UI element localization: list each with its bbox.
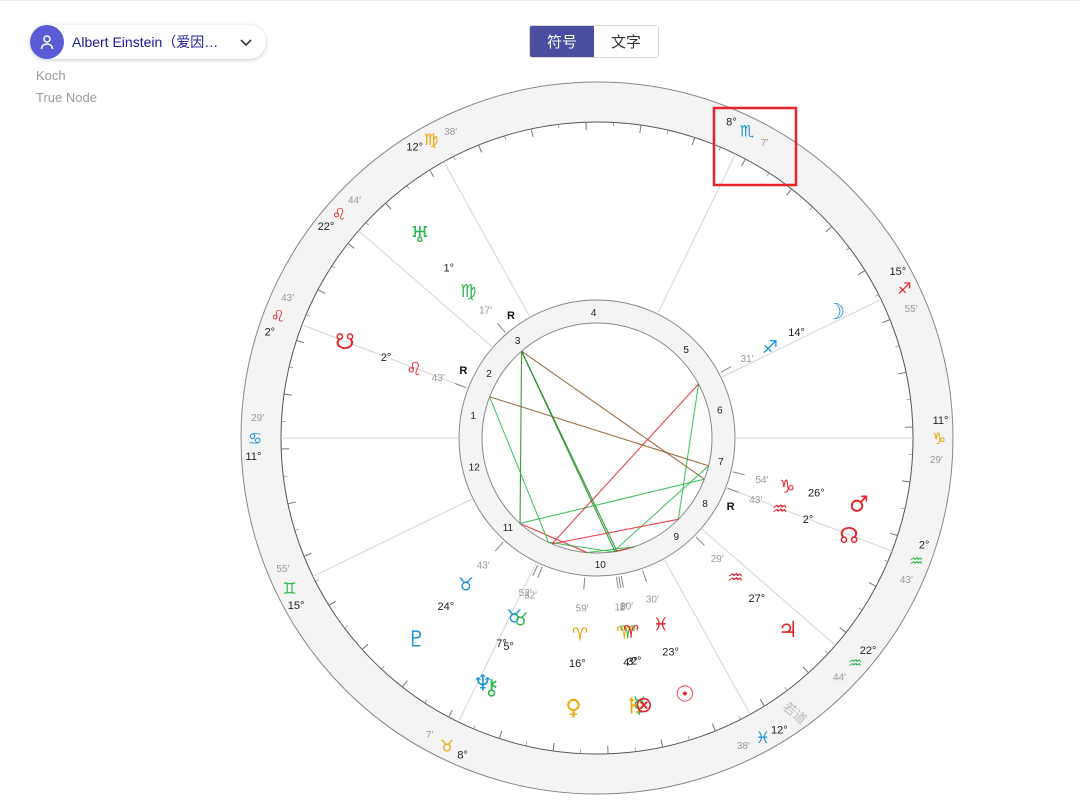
mars-sign-icon: ♑ <box>779 476 795 497</box>
cusp-degree: 8° <box>457 750 468 762</box>
cusp-sign-icon: ♓ <box>756 728 770 747</box>
cusp-sign-icon: ♍ <box>424 130 438 149</box>
pluto-icon: ♇ <box>406 628 426 653</box>
cusp-minute: 38′ <box>444 127 457 138</box>
jupiter-icon: ♃ <box>778 618 798 643</box>
south-node-icon: ☋ <box>335 330 355 355</box>
cusp-sign-icon: ♑ <box>932 429 946 448</box>
cusp-sign-icon: ♌ <box>332 205 346 224</box>
cusp-minute: 7′ <box>426 730 434 741</box>
jupiter-minute: 29′ <box>711 554 724 565</box>
cusp-sign-icon: ♏ <box>740 122 754 141</box>
moon-degree: 14° <box>788 327 805 339</box>
cusp-sign-icon: ♊ <box>282 579 296 598</box>
uranus-minute: 17′ <box>479 306 492 317</box>
part-of-fortune-minute: 30′ <box>620 601 633 612</box>
cusp-degree: 11° <box>246 451 262 463</box>
cusp-minute: 7′ <box>761 138 769 149</box>
cusp-sign-icon: ♒ <box>909 552 923 571</box>
cusp-degree: 12° <box>406 141 423 153</box>
cusp-sign-icon: ♌ <box>271 306 285 325</box>
north-node-sign-icon: ♒ <box>772 499 788 520</box>
sun-minute: 30′ <box>646 595 659 606</box>
jupiter-degree: 27° <box>748 593 765 605</box>
house-number: 11 <box>503 523 514 534</box>
cusp-sign-icon: ♋ <box>248 429 262 448</box>
venus-sign-icon: ♈ <box>572 624 588 645</box>
part-of-fortune-degree: 2° <box>631 656 642 668</box>
mars-minute: 54′ <box>755 475 768 486</box>
house-number: 4 <box>591 308 597 319</box>
cusp-sign-icon: ♒ <box>848 653 862 672</box>
house-number: 12 <box>469 462 481 473</box>
cusp-sign-icon: ♉ <box>440 736 454 755</box>
cusp-minute: 43′ <box>900 575 913 586</box>
venus-icon: ♀ <box>565 696 581 721</box>
house-number: 1 <box>470 411 476 422</box>
house-number: 6 <box>717 406 723 417</box>
chiron-minute: 32′ <box>524 590 537 601</box>
house-number: 2 <box>486 369 492 380</box>
mars-degree: 26° <box>808 488 825 500</box>
pluto-sign-icon: ♉ <box>458 575 474 596</box>
cusp-degree: 12° <box>771 725 788 737</box>
north-node-minute: 43′ <box>749 495 762 506</box>
south-node-minute: 43′ <box>432 373 445 384</box>
pluto-minute: 43′ <box>477 560 490 571</box>
chiron-degree: 5° <box>503 641 514 653</box>
sun-icon: ☉ <box>675 682 695 707</box>
uranus-degree: 1° <box>443 262 454 274</box>
cusp-minute: 29′ <box>930 455 943 466</box>
moon-sign-icon: ♐ <box>762 337 778 358</box>
cusp-degree: 8° <box>726 116 737 128</box>
south-node-degree: 2° <box>381 352 392 364</box>
north-node-retro-marker: R <box>727 501 735 513</box>
cusp-degree: 15° <box>890 266 907 278</box>
cusp-minute: 44′ <box>833 672 846 683</box>
cusp-minute: 55′ <box>905 304 918 315</box>
cusp-minute: 29′ <box>251 413 264 424</box>
uranus-retro-marker: R <box>507 310 515 322</box>
cusp-degree: 15° <box>288 600 305 612</box>
north-node-icon: ☊ <box>839 524 859 549</box>
house-number: 7 <box>718 457 724 468</box>
cusp-degree: 2° <box>265 327 276 339</box>
house-number: 5 <box>683 345 689 356</box>
uranus-sign-icon: ♍ <box>460 281 476 302</box>
house-number: 3 <box>515 336 521 347</box>
uranus-icon: ♅ <box>410 223 430 248</box>
pluto-degree: 24° <box>437 601 454 613</box>
chiron-icon: ⚷ <box>483 676 499 701</box>
mars-icon: ♂ <box>849 492 869 517</box>
cusp-minute: 44′ <box>348 196 361 207</box>
cusp-minute: 38′ <box>737 741 750 752</box>
venus-minute: 59′ <box>576 603 589 614</box>
jupiter-sign-icon: ♒ <box>728 568 744 589</box>
house-number: 9 <box>674 532 680 543</box>
south-node-sign-icon: ♌ <box>406 359 422 380</box>
cusp-degree: 2° <box>919 539 930 551</box>
house-number: 8 <box>702 499 708 510</box>
cusp-minute: 55′ <box>276 564 289 575</box>
cusp-degree: 11° <box>933 415 949 427</box>
part-of-fortune-sign-icon: ♈ <box>623 622 639 643</box>
north-node-degree: 2° <box>803 514 814 526</box>
chiron-sign-icon: ♉ <box>512 609 528 630</box>
moon-icon: ☽ <box>826 300 846 325</box>
sun-sign-icon: ♓ <box>653 614 669 635</box>
cusp-minute: 43′ <box>281 293 294 304</box>
part-of-fortune-icon: ⊗ <box>635 693 653 718</box>
moon-minute: 31′ <box>741 354 754 365</box>
house-number: 10 <box>595 560 607 571</box>
cusp-sign-icon: ♐ <box>897 279 911 298</box>
sun-degree: 23° <box>662 647 679 659</box>
natal-chart-wheel: 12345678910111211°♋29′2°♌43′22°♌44′12° ♍ 3… <box>240 81 954 795</box>
aspect-circle <box>481 322 713 554</box>
venus-degree: 16° <box>569 658 586 670</box>
south-node-retro-marker: R <box>459 365 467 377</box>
